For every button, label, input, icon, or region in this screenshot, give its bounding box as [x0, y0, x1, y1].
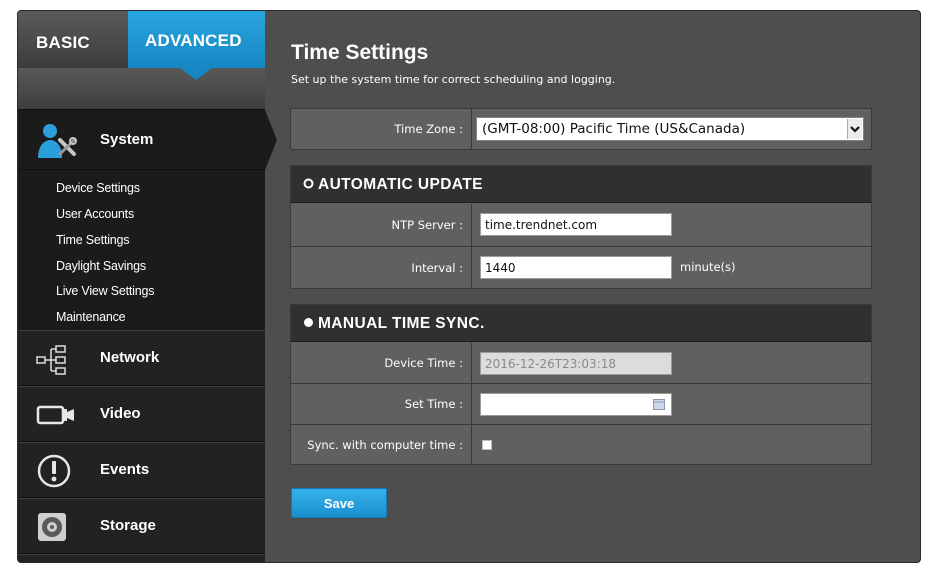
device-time-row: Device Time : 2016-12-26T23:03:18 — [291, 343, 871, 384]
app-frame: BASIC ADVANCED System Device Settings Us… — [17, 10, 921, 563]
calendar-icon[interactable] — [653, 399, 665, 413]
storage-disk-icon — [36, 511, 70, 548]
manual-sync-panel: MANUAL TIME SYNC. Device Time : 2016-12-… — [290, 304, 872, 465]
interval-label: Interval : — [291, 247, 472, 288]
save-button[interactable]: Save — [291, 488, 387, 518]
tab-advanced[interactable]: ADVANCED — [128, 11, 265, 68]
sidebar-label-system: System — [100, 131, 154, 148]
radio-unselected-icon — [303, 178, 314, 189]
sidebar-section-network[interactable]: Network — [18, 330, 265, 386]
mode-tabs: BASIC ADVANCED — [18, 11, 265, 68]
menu-device-settings[interactable]: Device Settings — [56, 181, 140, 195]
main-content: Time Settings Set up the system time for… — [265, 11, 920, 562]
interval-unit: minute(s) — [680, 260, 736, 274]
automatic-update-title[interactable]: AUTOMATIC UPDATE — [303, 176, 483, 194]
sidebar-section-system[interactable]: System — [18, 110, 265, 170]
ntp-server-label: NTP Server : — [291, 204, 472, 246]
device-time-label: Device Time : — [291, 343, 472, 383]
alert-icon — [36, 453, 72, 494]
set-time-row: Set Time : — [291, 384, 871, 425]
system-submenu: Device Settings User Accounts Time Setti… — [18, 170, 265, 330]
radio-selected-icon — [304, 318, 313, 327]
sync-computer-label: Sync. with computer time : — [291, 425, 472, 464]
time-zone-panel: Time Zone : (GMT-08:00) Pacific Time (US… — [290, 108, 872, 150]
sidebar-label-storage: Storage — [100, 517, 156, 534]
menu-daylight-savings[interactable]: Daylight Savings — [56, 259, 146, 273]
sidebar-section-more — [18, 554, 265, 562]
interval-input[interactable]: 1440 — [480, 256, 672, 279]
sidebar-label-video: Video — [100, 405, 141, 422]
sidebar-label-events: Events — [100, 461, 150, 478]
video-camera-icon — [36, 403, 76, 432]
sidebar-section-events[interactable]: Events — [18, 442, 265, 498]
system-admin-icon — [36, 120, 80, 165]
automatic-update-header: AUTOMATIC UPDATE — [291, 166, 871, 203]
ntp-server-row: NTP Server : time.trendnet.com — [291, 204, 871, 247]
page-subtitle: Set up the system time for correct sched… — [291, 73, 616, 86]
time-zone-value: (GMT-08:00) Pacific Time (US&Canada) — [482, 121, 746, 137]
page-title: Time Settings — [291, 41, 429, 64]
sync-computer-checkbox[interactable] — [482, 440, 492, 450]
sidebar: BASIC ADVANCED System Device Settings Us… — [18, 11, 277, 562]
menu-time-settings[interactable]: Time Settings — [56, 233, 130, 247]
chevron-down-icon[interactable] — [847, 119, 862, 139]
set-time-label: Set Time : — [291, 384, 472, 424]
sidebar-label-network: Network — [100, 349, 160, 366]
tabs-band — [18, 68, 265, 110]
menu-maintenance[interactable]: Maintenance — [56, 310, 126, 324]
menu-live-view-settings[interactable]: Live View Settings — [56, 284, 155, 298]
menu-user-accounts[interactable]: User Accounts — [56, 207, 134, 221]
manual-sync-title[interactable]: MANUAL TIME SYNC. — [303, 315, 485, 333]
device-time-input: 2016-12-26T23:03:18 — [480, 352, 672, 375]
active-tab-pointer — [180, 68, 212, 80]
tab-basic[interactable]: BASIC — [18, 11, 128, 68]
time-zone-label: Time Zone : — [291, 109, 472, 149]
automatic-update-panel: AUTOMATIC UPDATE NTP Server : time.trend… — [290, 165, 872, 289]
ntp-server-input[interactable]: time.trendnet.com — [480, 213, 672, 236]
manual-sync-header: MANUAL TIME SYNC. — [291, 305, 871, 342]
sync-computer-row: Sync. with computer time : — [291, 425, 871, 464]
time-zone-row: Time Zone : (GMT-08:00) Pacific Time (US… — [291, 109, 871, 149]
interval-row: Interval : 1440 minute(s) — [291, 247, 871, 288]
sidebar-section-storage[interactable]: Storage — [18, 498, 265, 554]
network-icon — [36, 345, 68, 380]
time-zone-select[interactable]: (GMT-08:00) Pacific Time (US&Canada) — [476, 117, 864, 141]
set-time-input[interactable] — [480, 393, 672, 416]
sidebar-section-video[interactable]: Video — [18, 386, 265, 442]
